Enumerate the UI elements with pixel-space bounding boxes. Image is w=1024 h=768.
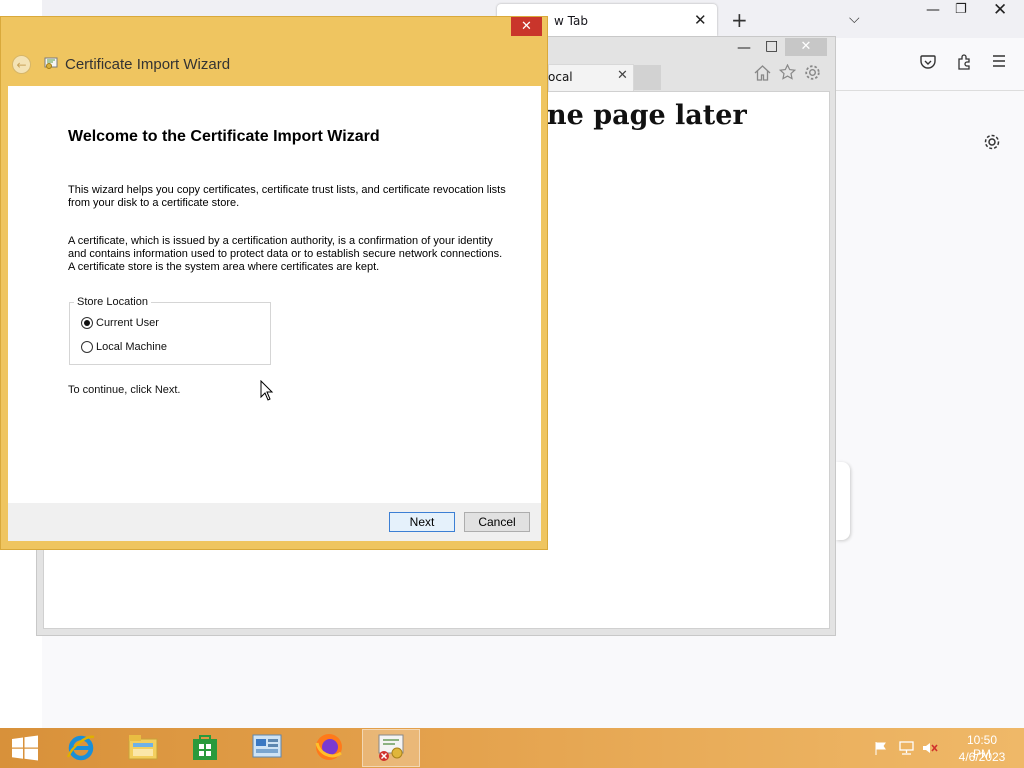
chevron-down-icon[interactable]: ⌵	[849, 11, 860, 27]
cancel-button[interactable]: Cancel	[464, 512, 530, 532]
store-location-legend: Store Location	[74, 296, 151, 308]
wizard-title: Certificate Import Wizard	[65, 56, 231, 73]
windows-start-icon[interactable]	[11, 735, 39, 761]
firefox-card-edge	[836, 462, 850, 540]
ie-tab-close-icon[interactable]: ✕	[617, 68, 628, 83]
firefox-new-tab-button[interactable]: +	[731, 8, 748, 32]
local-machine-label[interactable]: Local Machine	[96, 341, 167, 353]
wizard-close-button[interactable]: ✕	[511, 17, 542, 36]
firefox-tab-title: w Tab	[554, 14, 588, 28]
wizard-footer	[8, 503, 541, 541]
tools-gear-icon[interactable]	[804, 64, 821, 86]
firefox-minimize-button[interactable]: —	[926, 2, 940, 18]
ie-minimize-button[interactable]: —	[737, 40, 751, 56]
wizard-heading: Welcome to the Certificate Import Wizard	[68, 128, 380, 145]
taskbar-control-panel[interactable]	[238, 729, 296, 767]
menu-icon[interactable]	[991, 52, 1007, 73]
store-icon	[192, 733, 218, 764]
current-user-label[interactable]: Current User	[96, 317, 159, 329]
ie-page-heading: ne page later	[547, 100, 747, 131]
taskbar-firefox[interactable]	[300, 729, 358, 767]
ie-close-button[interactable]: ✕	[785, 38, 827, 56]
clock-date[interactable]: 4/6/2023	[957, 750, 1007, 764]
local-machine-radio[interactable]	[81, 341, 93, 353]
control-panel-icon	[251, 733, 283, 764]
current-user-radio[interactable]	[81, 317, 93, 329]
ie-new-tab-button[interactable]	[634, 65, 661, 90]
internet-explorer-icon	[65, 731, 97, 766]
file-explorer-icon	[127, 733, 159, 764]
ie-tab-label: ocal	[548, 70, 573, 84]
wizard-body	[8, 86, 541, 503]
home-icon[interactable]	[754, 65, 771, 86]
ie-maximize-button[interactable]: □	[765, 38, 778, 54]
next-button[interactable]: Next	[389, 512, 455, 532]
action-center-flag-icon[interactable]	[874, 741, 888, 755]
taskbar-store[interactable]	[176, 729, 234, 767]
volume-muted-icon[interactable]	[922, 741, 938, 755]
settings-gear-icon[interactable]	[983, 133, 1001, 156]
mouse-cursor-icon	[260, 379, 274, 401]
extensions-icon[interactable]	[956, 54, 972, 75]
wizard-intro-text: This wizard helps you copy certificates,…	[68, 184, 506, 209]
wizard-description-text: A certificate, which is issued by a cert…	[68, 235, 503, 273]
network-icon[interactable]	[899, 741, 914, 755]
firefox-close-button[interactable]: ✕	[993, 0, 1007, 20]
firefox-restore-button[interactable]: ❐	[955, 2, 967, 17]
firefox-icon	[313, 731, 345, 766]
back-arrow-icon[interactable]: ←	[12, 55, 31, 74]
firefox-tab-close-icon[interactable]: ✕	[694, 11, 707, 29]
taskbar-certificate-wizard[interactable]	[362, 729, 420, 767]
certificate-icon	[43, 55, 59, 71]
store-location-group	[69, 302, 271, 365]
certificate-icon	[375, 732, 407, 765]
pocket-icon[interactable]	[920, 55, 936, 74]
favorites-star-icon[interactable]	[778, 63, 797, 85]
continue-instruction: To continue, click Next.	[68, 384, 181, 396]
taskbar-internet-explorer[interactable]	[52, 729, 110, 767]
firefox-newtab-page	[836, 91, 1024, 728]
taskbar-file-explorer[interactable]	[114, 729, 172, 767]
